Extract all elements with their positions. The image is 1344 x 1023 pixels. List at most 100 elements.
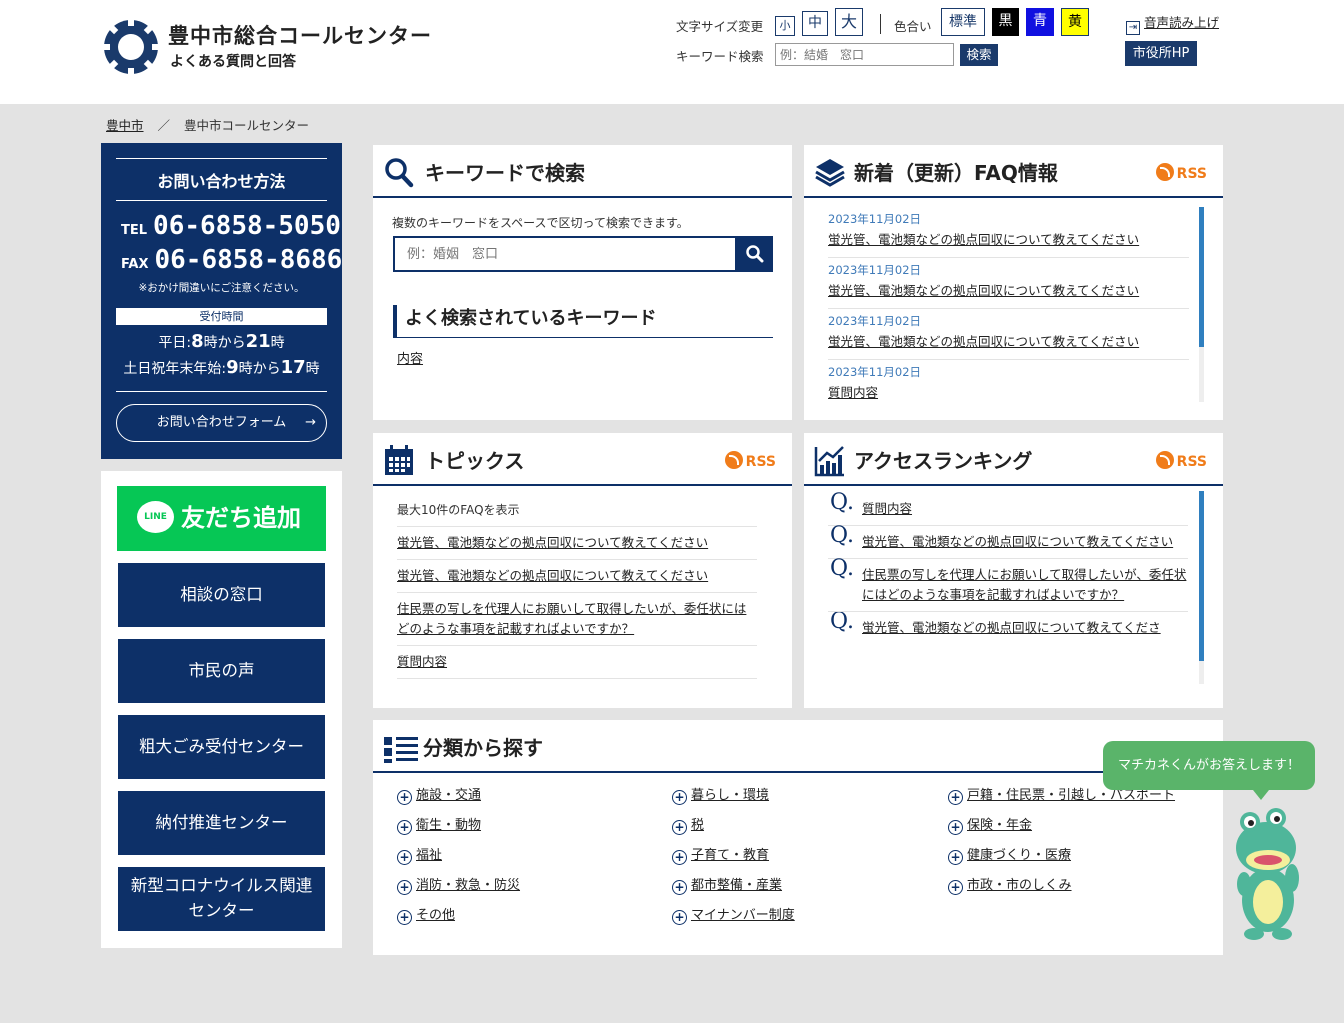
contact-form-button[interactable]: お問い合わせフォーム → xyxy=(116,404,327,442)
font-size-small-button[interactable]: 小 xyxy=(775,16,795,36)
topic-link[interactable]: 住民票の写しを代理人にお願いして取得したいが、委任状にはどのような事項を記載すれ… xyxy=(397,593,757,646)
news-scrollbar[interactable] xyxy=(1199,207,1204,402)
contact-form-label: お問い合わせフォーム xyxy=(156,415,287,430)
panel-header: 新着（更新）FAQ情報 RSS xyxy=(804,145,1223,198)
category-label: 福祉 xyxy=(416,848,443,863)
topic-link[interactable]: 質問内容 xyxy=(397,646,757,679)
plus-circle-icon: + xyxy=(397,850,412,865)
fax-value: 06-6858-8686 xyxy=(154,245,343,275)
header-separator xyxy=(880,14,881,34)
sidebar-button-covid[interactable]: 新型コロナウイルス関連センター xyxy=(118,867,325,931)
layers-icon xyxy=(815,159,845,187)
category-link[interactable]: + 衛生・動物 xyxy=(397,814,481,835)
category-link[interactable]: + 市政・市のしくみ xyxy=(948,874,1072,895)
popular-keyword-link[interactable]: 内容 xyxy=(397,348,423,367)
category-link[interactable]: + 子育て・教育 xyxy=(672,844,769,865)
sidebar-button-payment[interactable]: 納付推進センター xyxy=(118,791,325,855)
header-search-input[interactable] xyxy=(775,43,954,66)
breadcrumb: 豊中市 ／ 豊中市コールセンター xyxy=(106,115,309,134)
ranking-link[interactable]: 蛍光管、電池類などの拠点回収について教えてくださ xyxy=(862,620,1161,635)
line-add-friend-button[interactable]: LINE 友だち追加 xyxy=(117,486,326,551)
category-link[interactable]: + 健康づくり・医療 xyxy=(948,844,1071,865)
holiday-suffix: 時 xyxy=(305,361,320,377)
city-emblem-logo[interactable] xyxy=(102,18,160,76)
list-item: Q. 住民票の写しを代理人にお願いして取得したいが、委任状にはどのような事項を記載… xyxy=(828,558,1188,612)
keyword-search-label: キーワード検索 xyxy=(676,49,764,64)
speaker-icon: ⇥ xyxy=(1126,21,1140,35)
color-blue-button[interactable]: 青 xyxy=(1026,8,1054,36)
tel-label: TEL xyxy=(121,223,148,238)
category-link[interactable]: + マイナンバー制度 xyxy=(672,904,795,925)
news-link[interactable]: 質問内容 xyxy=(828,382,1189,401)
category-label: 施設・交通 xyxy=(416,788,482,803)
category-link[interactable]: + その他 xyxy=(397,904,455,925)
keyword-search-button[interactable] xyxy=(737,236,773,272)
ranking-link[interactable]: 蛍光管、電池類などの拠点回収について教えてください xyxy=(862,534,1173,549)
site-title[interactable]: 豊中市総合コールセンター xyxy=(168,20,432,50)
list-item: 2023年11月02日蛍光管、電池類などの拠点回収について教えてください xyxy=(828,258,1189,309)
topic-link[interactable]: 蛍光管、電池類などの拠点回収について教えてください xyxy=(397,560,757,593)
weekday-suffix: 時 xyxy=(270,335,285,351)
chatbot-bubble[interactable]: マチカネくんがお答えします！ xyxy=(1103,741,1315,800)
list-item: Q. 質問内容 xyxy=(828,492,1188,526)
contact-box: お問い合わせ方法 TEL 06-6858-5050 FAX 06-6858-8686… xyxy=(101,143,342,459)
access-ranking-panel: アクセスランキング RSS Q. 質問内容 Q. 蛍光管、電池類などの拠点回収につい… xyxy=(804,433,1223,708)
sidebar-button-bulky-waste[interactable]: 粗大ごみ受付センター xyxy=(118,715,325,779)
rss-link[interactable]: RSS xyxy=(724,451,776,470)
scrollbar-thumb[interactable] xyxy=(1199,491,1204,661)
category-link[interactable]: + 都市整備・産業 xyxy=(672,874,782,895)
category-link[interactable]: + 消防・救急・防災 xyxy=(397,874,520,895)
header-search-button[interactable]: 検索 xyxy=(960,44,998,66)
weekday-hours: 平日:8時から21時 xyxy=(101,331,342,352)
plus-circle-icon: + xyxy=(672,790,687,805)
category-label: 戸籍・住民票・引越し・パスポート xyxy=(967,788,1176,803)
news-list: 2023年11月02日 蛍光管、電池類などの拠点回収について教えてください 202… xyxy=(828,207,1189,411)
category-link[interactable]: + 福祉 xyxy=(397,844,442,865)
news-link[interactable]: 蛍光管、電池類などの拠点回収について教えてください xyxy=(828,229,1189,248)
category-label: 市政・市のしくみ xyxy=(967,878,1072,893)
mascot-chatbot-icon[interactable] xyxy=(1228,800,1308,942)
site-subtitle: よくある質問と回答 xyxy=(170,54,296,70)
font-size-medium-button[interactable]: 中 xyxy=(802,11,828,36)
plus-circle-icon: + xyxy=(948,880,963,895)
category-link[interactable]: + 保険・年金 xyxy=(948,814,1032,835)
ranking-link[interactable]: 質問内容 xyxy=(862,501,912,516)
news-link[interactable]: 蛍光管、電池類などの拠点回収について教えてください xyxy=(828,280,1189,299)
rss-link[interactable]: RSS xyxy=(1155,451,1207,470)
plus-circle-icon: + xyxy=(672,820,687,835)
rss-icon xyxy=(724,451,743,469)
category-link[interactable]: + 税 xyxy=(672,814,704,835)
popular-keywords-heading: よく検索されているキーワード xyxy=(393,305,773,338)
voice-reading-link[interactable]: ⇥ 音声読み上げ xyxy=(1126,12,1219,35)
ranking-link[interactable]: 住民票の写しを代理人にお願いして取得したいが、委任状にはどのような事項を記載すれ… xyxy=(862,567,1186,602)
sidebar-button-citizen-voice[interactable]: 市民の声 xyxy=(118,639,325,703)
scrollbar-thumb[interactable] xyxy=(1199,207,1204,347)
panel-title: 新着（更新）FAQ情報 xyxy=(854,161,1058,185)
keyword-search-input[interactable] xyxy=(393,236,737,272)
panel-header: 分類から探す xyxy=(373,720,1223,773)
bar-chart-icon xyxy=(814,446,844,477)
news-link[interactable]: 蛍光管、電池類などの拠点回収について教えてください xyxy=(828,331,1189,350)
holiday-end: 17 xyxy=(280,357,306,378)
site-header: 豊中市総合コールセンター よくある質問と回答 文字サイズ変更 小 中 大 色合い… xyxy=(0,0,1344,104)
rss-link[interactable]: RSS xyxy=(1155,163,1207,182)
rss-label: RSS xyxy=(745,454,776,470)
color-standard-button[interactable]: 標準 xyxy=(941,8,985,36)
contact-note: ※おかけ間違いにご注意ください。 xyxy=(138,282,305,294)
city-hp-button[interactable]: 市役所HP xyxy=(1125,41,1197,66)
color-black-button[interactable]: 黒 xyxy=(992,8,1019,36)
sidebar-button-consultation[interactable]: 相談の窓口 xyxy=(118,563,325,627)
category-label: 保険・年金 xyxy=(967,818,1033,833)
tel-value: 06-6858-5050 xyxy=(153,211,341,241)
news-date: 2023年11月02日 xyxy=(828,365,922,379)
topic-link[interactable]: 蛍光管、電池類などの拠点回収について教えてください xyxy=(397,527,757,560)
ranking-scrollbar[interactable] xyxy=(1199,491,1204,684)
color-yellow-button[interactable]: 黄 xyxy=(1061,8,1089,36)
tel-number[interactable]: TEL 06-6858-5050 xyxy=(121,211,341,241)
category-link[interactable]: + 暮らし・環境 xyxy=(672,784,769,805)
news-date: 2023年11月02日 xyxy=(828,263,922,277)
font-size-large-button[interactable]: 大 xyxy=(835,8,863,36)
plus-circle-icon: + xyxy=(397,910,412,925)
breadcrumb-home-link[interactable]: 豊中市 xyxy=(106,118,144,133)
category-link[interactable]: + 施設・交通 xyxy=(397,784,481,805)
